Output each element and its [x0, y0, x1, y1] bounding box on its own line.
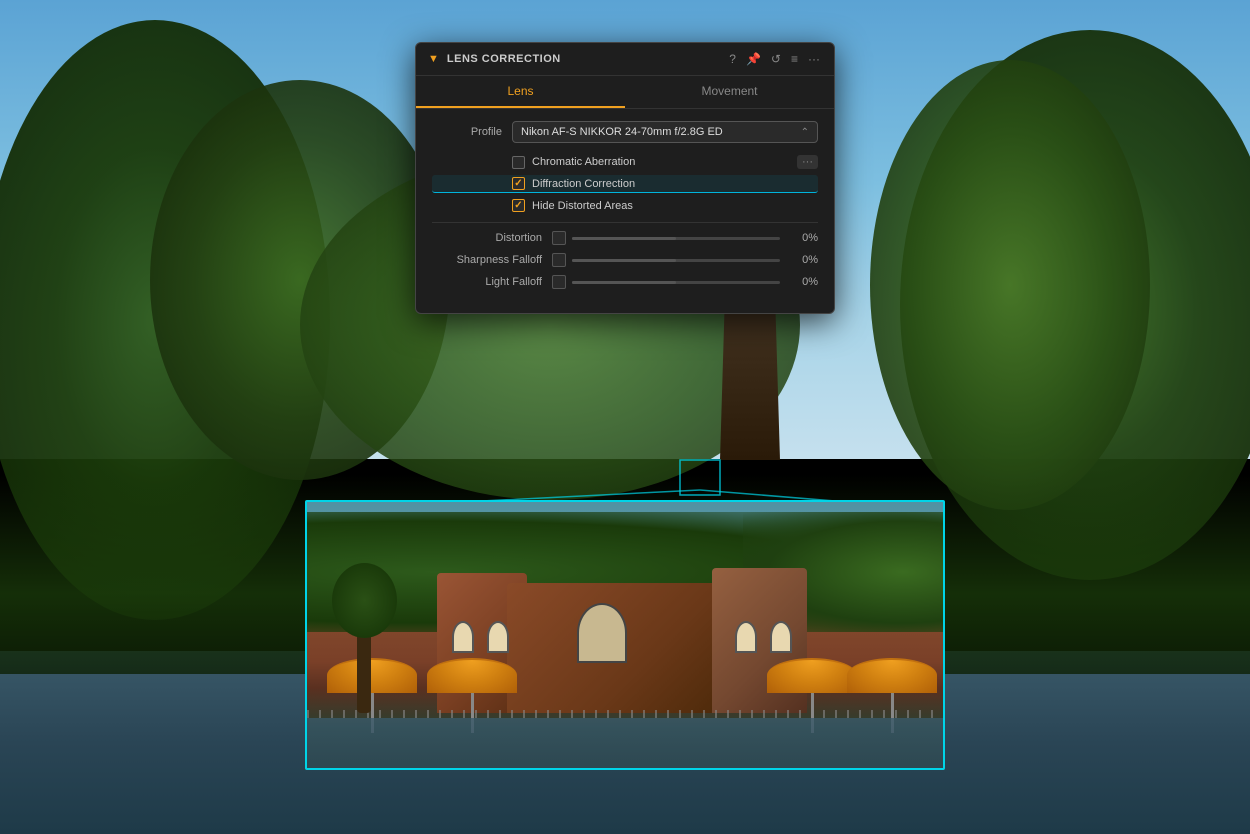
- collapse-icon[interactable]: ▼: [428, 53, 439, 65]
- sharpness-falloff-track[interactable]: [572, 259, 780, 262]
- list-icon-btn[interactable]: ≡: [789, 51, 800, 67]
- panel-header: ▼ LENS CORRECTION ? 📌 ↺ ≡ ···: [416, 43, 834, 76]
- sharpness-falloff-slider-row: Sharpness Falloff 0%: [432, 253, 818, 267]
- foliage-center-right: [870, 60, 1150, 510]
- check-icon: ✓: [514, 200, 522, 211]
- more-icon-btn[interactable]: ···: [806, 51, 822, 67]
- tab-lens[interactable]: Lens: [416, 76, 625, 108]
- chromatic-aberration-more-btn[interactable]: ···: [797, 155, 818, 169]
- check-icon: ✓: [514, 178, 522, 189]
- distortion-label: Distortion: [432, 232, 542, 244]
- hide-distorted-areas-checkbox[interactable]: ✓: [512, 199, 525, 212]
- chromatic-aberration-checkbox[interactable]: [512, 156, 525, 169]
- sharpness-falloff-reset-btn[interactable]: [552, 253, 566, 267]
- help-icon-btn[interactable]: ?: [727, 51, 738, 67]
- profile-select[interactable]: Nikon AF-S NIKKOR 24-70mm f/2.8G ED ⌃: [512, 121, 818, 143]
- distortion-reset-btn[interactable]: [552, 231, 566, 245]
- distortion-value: 0%: [788, 232, 818, 244]
- preview-water: [307, 718, 943, 768]
- hide-distorted-areas-row: ✓ Hide Distorted Areas: [432, 199, 818, 212]
- panel-tabs: Lens Movement: [416, 76, 834, 109]
- profile-label: Profile: [432, 126, 502, 138]
- light-falloff-fill: [572, 281, 676, 284]
- diffraction-correction-label: Diffraction Correction: [532, 178, 635, 190]
- tab-movement[interactable]: Movement: [625, 76, 834, 108]
- chromatic-aberration-label: Chromatic Aberration: [532, 156, 635, 168]
- pin-icon-btn[interactable]: 📌: [744, 51, 763, 67]
- light-falloff-reset-btn[interactable]: [552, 275, 566, 289]
- sharpness-falloff-value: 0%: [788, 254, 818, 266]
- diffraction-correction-row: ✓ Diffraction Correction: [432, 175, 818, 193]
- light-falloff-label: Light Falloff: [432, 276, 542, 288]
- preview-content: [307, 502, 943, 768]
- panel-title: LENS CORRECTION: [447, 53, 719, 65]
- sharpness-falloff-label: Sharpness Falloff: [432, 254, 542, 266]
- distortion-fill: [572, 237, 676, 240]
- diffraction-correction-checkbox[interactable]: ✓: [512, 177, 525, 190]
- undo-icon-btn[interactable]: ↺: [769, 51, 783, 67]
- sharpness-falloff-fill: [572, 259, 676, 262]
- distortion-slider-row: Distortion 0%: [432, 231, 818, 245]
- hide-distorted-areas-label: Hide Distorted Areas: [532, 200, 633, 212]
- lens-correction-panel: ▼ LENS CORRECTION ? 📌 ↺ ≡ ··· Lens Movem…: [415, 42, 835, 314]
- preview-box: [305, 500, 945, 770]
- light-falloff-slider-row: Light Falloff 0%: [432, 275, 818, 289]
- light-falloff-track[interactable]: [572, 281, 780, 284]
- separator: [432, 222, 818, 223]
- profile-row: Profile Nikon AF-S NIKKOR 24-70mm f/2.8G…: [432, 121, 818, 143]
- chevron-down-icon: ⌃: [801, 127, 809, 138]
- panel-icon-group: ? 📌 ↺ ≡ ···: [727, 51, 822, 67]
- chromatic-aberration-row: Chromatic Aberration ···: [432, 155, 818, 169]
- panel-body: Profile Nikon AF-S NIKKOR 24-70mm f/2.8G…: [416, 109, 834, 313]
- distortion-track[interactable]: [572, 237, 780, 240]
- light-falloff-value: 0%: [788, 276, 818, 288]
- profile-select-value: Nikon AF-S NIKKOR 24-70mm f/2.8G ED: [521, 126, 723, 138]
